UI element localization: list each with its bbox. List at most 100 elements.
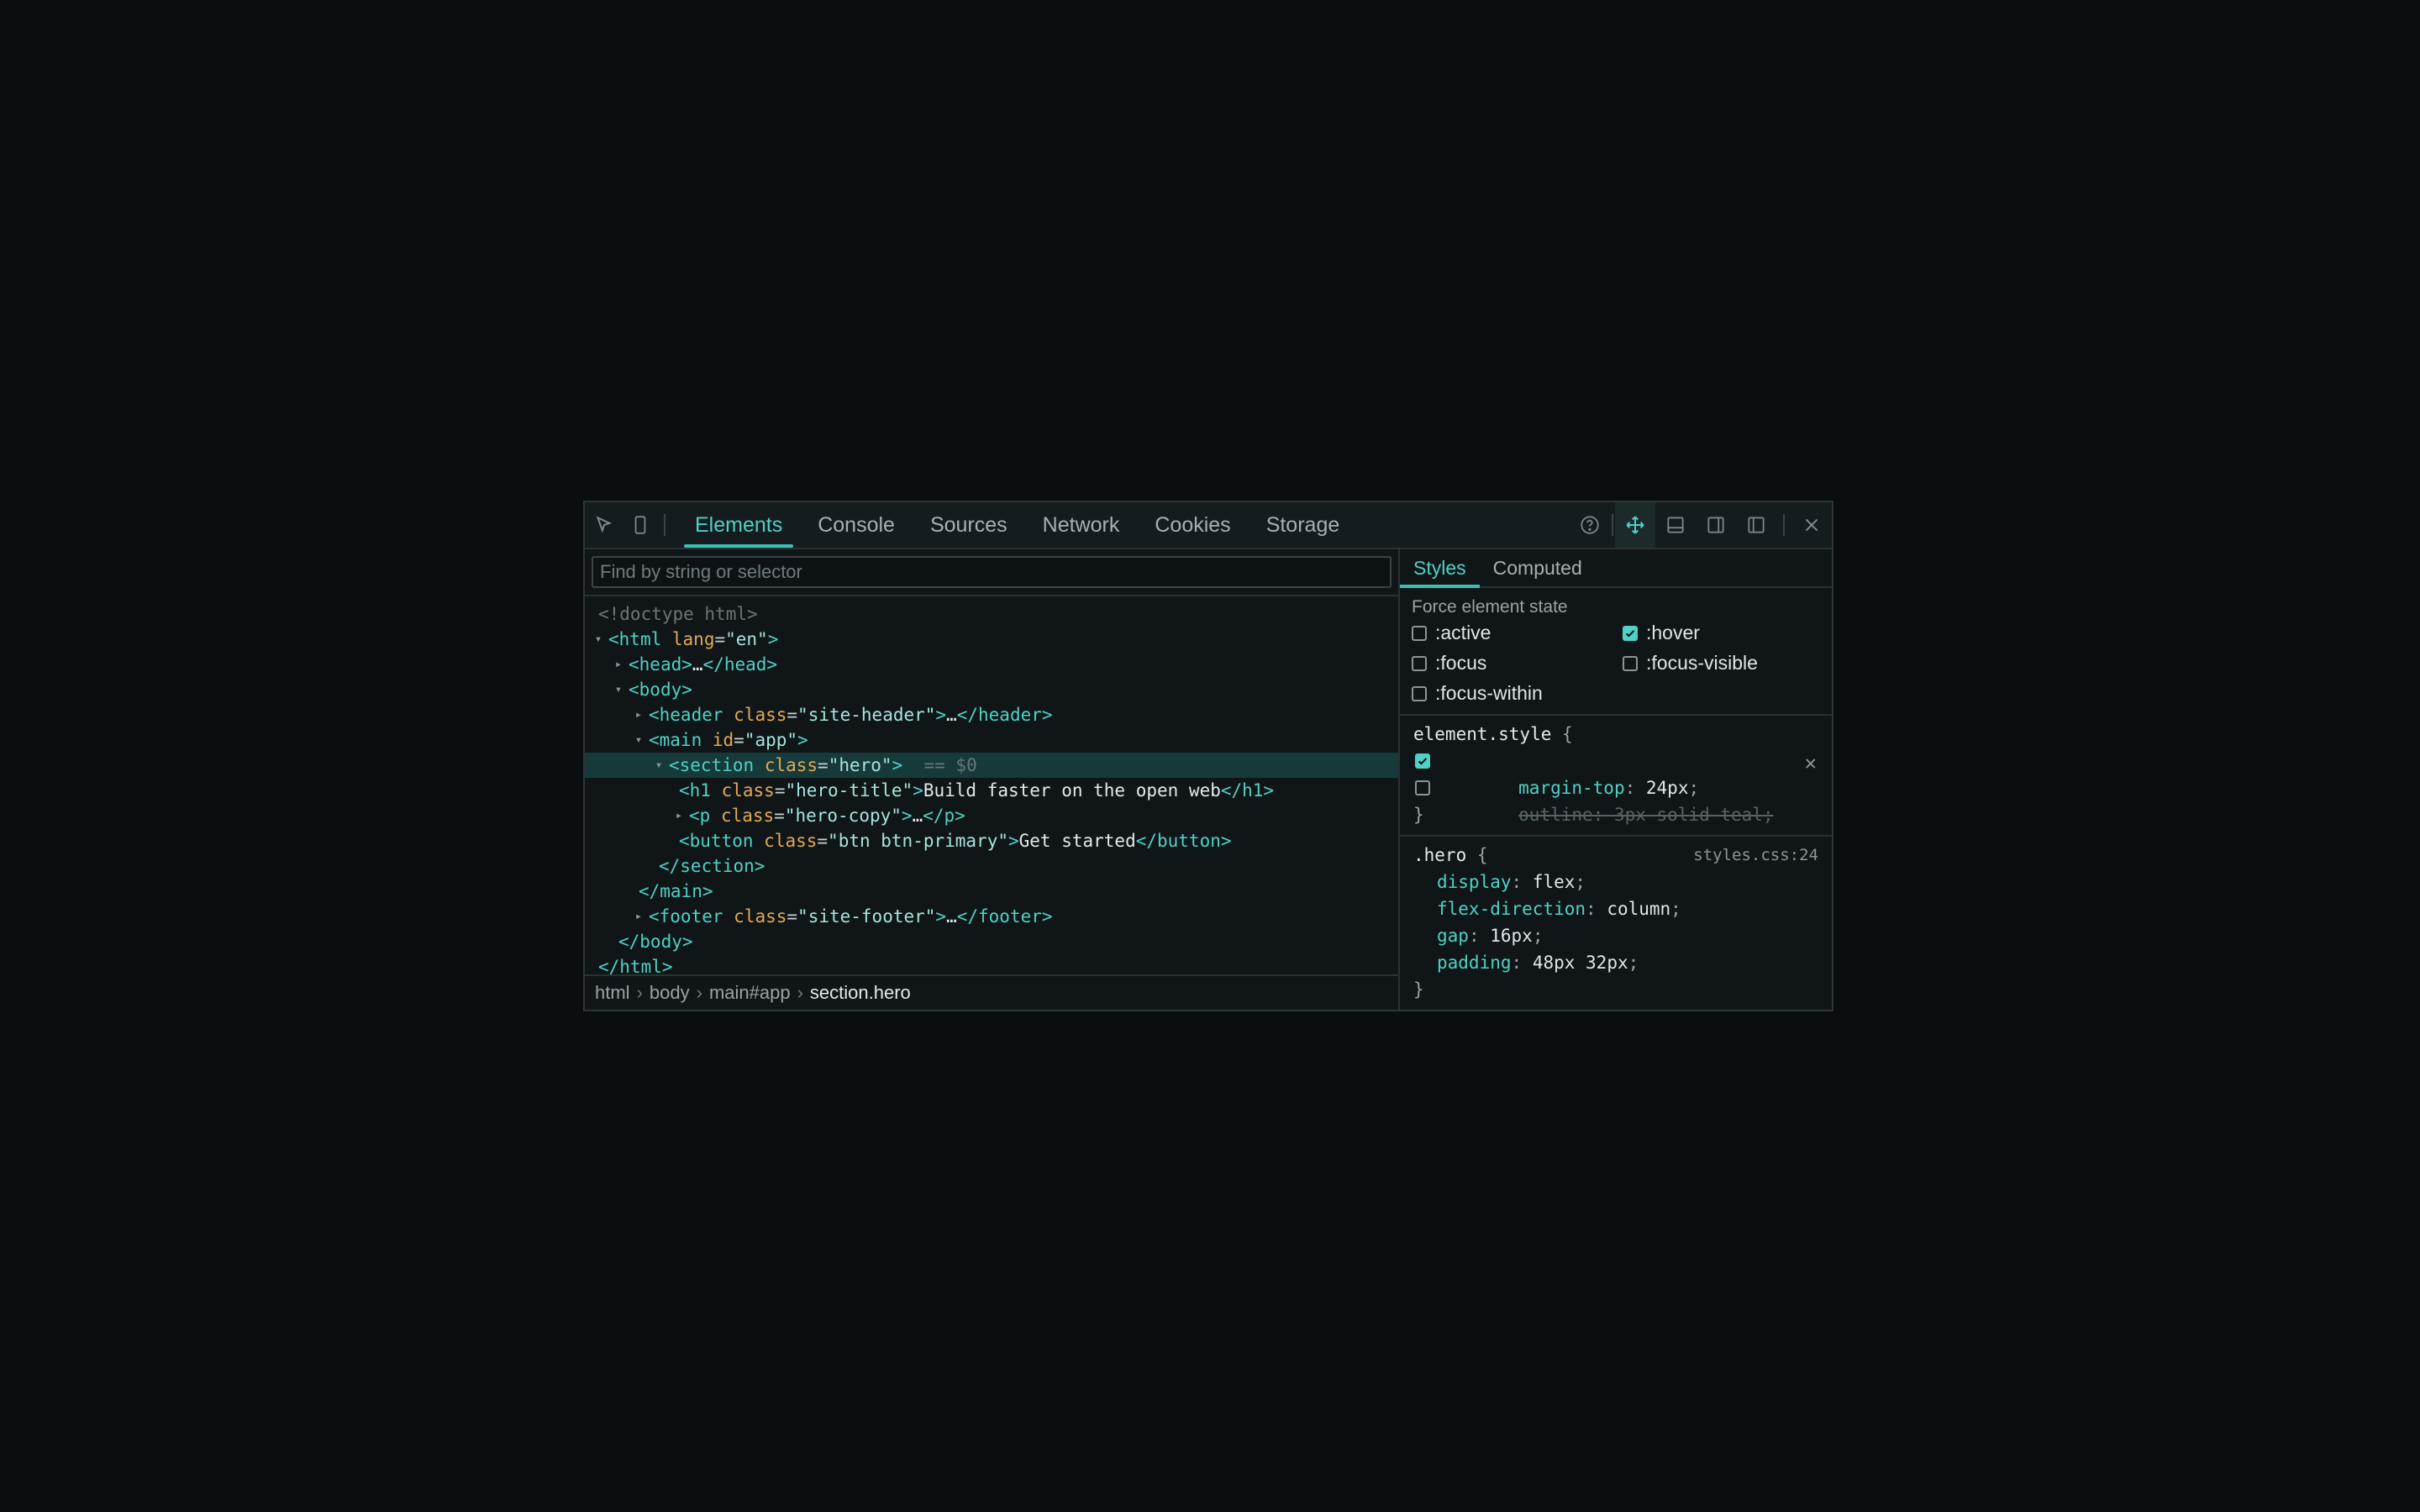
property-name[interactable]: display — [1437, 872, 1512, 892]
tab-styles[interactable]: Styles — [1400, 549, 1480, 588]
checkbox-label: :focus-visible — [1646, 652, 1758, 674]
property-value[interactable]: column — [1607, 899, 1670, 919]
declaration-outline-disabled[interactable]: outline: 3px solid teal; — [1413, 774, 1818, 825]
breadcrumb-item-section[interactable]: section.hero — [810, 982, 911, 1004]
rule-source-link[interactable]: styles.css:24 — [1693, 842, 1818, 869]
collapsed-triangle-icon[interactable]: ▸ — [629, 904, 649, 929]
checkbox-box[interactable] — [1412, 625, 1427, 641]
breadcrumb: html › body › main#app › section.hero — [585, 974, 1398, 1010]
element-style-rule: element.style { margin-top: 24px; outlin… — [1400, 716, 1832, 837]
tab-network[interactable]: Network — [1025, 502, 1138, 548]
dom-node-button[interactable]: <button class="btn btn-primary">Get star… — [585, 828, 1398, 853]
dom-node-section-close[interactable]: </section> — [585, 853, 1398, 879]
declaration-flex-direction[interactable]: flex-direction: column; — [1413, 895, 1818, 922]
dom-node-body-close[interactable]: </body> — [585, 929, 1398, 954]
collapsed-ellipsis: … — [692, 654, 703, 675]
dom-node-header[interactable]: ▸ <header class="site-header">…</header> — [585, 702, 1398, 727]
toolbar-divider-close — [1783, 514, 1785, 536]
declaration-checked-icon[interactable] — [1415, 753, 1430, 769]
collapsed-triangle-icon[interactable]: ▸ — [629, 702, 649, 727]
tab-cookies[interactable]: Cookies — [1137, 502, 1248, 548]
breadcrumb-item-body[interactable]: body — [650, 982, 690, 1004]
dom-node-section-selected[interactable]: ▾ <section class="hero"> == $0 — [585, 753, 1398, 778]
checkbox-checked-icon[interactable] — [1623, 625, 1638, 641]
panel-tabs: Elements Console Sources Network Cookies… — [677, 502, 1357, 548]
declaration-display[interactable]: display: flex; — [1413, 869, 1818, 895]
checkbox-box[interactable] — [1412, 655, 1427, 671]
checkbox-box[interactable] — [1412, 685, 1427, 701]
state-active-checkbox[interactable]: :active — [1412, 622, 1491, 644]
tag-name: html — [618, 629, 662, 649]
device-toggle-icon[interactable] — [623, 502, 657, 548]
inspect-pointer-icon[interactable] — [585, 502, 623, 548]
dock-bottom-icon[interactable] — [1655, 502, 1696, 548]
breadcrumb-item-main[interactable]: main#app — [709, 982, 791, 1004]
state-focus-visible-checkbox[interactable]: :focus-visible — [1623, 652, 1758, 675]
dom-node-footer[interactable]: ▸ <footer class="site-footer">…</footer> — [585, 904, 1398, 929]
dock-right-icon[interactable] — [1696, 502, 1736, 548]
dom-node-head[interactable]: ▸ <head>…</head> — [585, 652, 1398, 677]
filter-row — [585, 549, 1398, 596]
attr-value: "site-header" — [797, 705, 936, 725]
dom-node-p[interactable]: ▸ <p class="hero-copy">…</p> — [585, 803, 1398, 828]
property-name[interactable]: gap — [1437, 926, 1469, 946]
collapsed-ellipsis: … — [946, 705, 957, 725]
undock-move-icon[interactable] — [1615, 502, 1655, 548]
collapsed-triangle-icon[interactable]: ▸ — [669, 803, 689, 828]
property-value[interactable]: flex — [1533, 872, 1576, 892]
rule-selector[interactable]: element.style — [1413, 724, 1551, 744]
property-value[interactable]: 48px 32px — [1533, 953, 1628, 973]
rule-selector[interactable]: .hero — [1413, 845, 1466, 865]
attr-value: "hero" — [828, 755, 892, 775]
dom-node-main[interactable]: ▾ <main id="app"> — [585, 727, 1398, 753]
dom-node-doctype[interactable]: <!doctype html> — [585, 601, 1398, 627]
toolbar-divider — [664, 514, 666, 536]
expanded-triangle-icon[interactable]: ▾ — [629, 727, 649, 753]
tab-sources[interactable]: Sources — [913, 502, 1025, 548]
close-icon[interactable] — [1791, 502, 1832, 548]
dom-node-body[interactable]: ▾ <body> — [585, 677, 1398, 702]
checkbox-label: :focus-within — [1435, 682, 1543, 704]
breadcrumb-item-html[interactable]: html — [595, 982, 630, 1004]
remove-declaration-icon[interactable]: ✕ — [1805, 751, 1817, 774]
hero-rule: .hero { styles.css:24 display: flex; fle… — [1400, 837, 1832, 1008]
attr-value: "en" — [725, 629, 768, 649]
dom-node-html[interactable]: ▾ <html lang="en"> — [585, 627, 1398, 652]
collapsed-triangle-icon[interactable]: ▸ — [608, 652, 629, 677]
dom-node-main-close[interactable]: </main> — [585, 879, 1398, 904]
breadcrumb-separator: › — [696, 982, 702, 1003]
declaration-gap[interactable]: gap: 16px; — [1413, 922, 1818, 949]
state-focus-checkbox[interactable]: :focus — [1412, 652, 1486, 675]
declaration-margin-top[interactable]: margin-top: 24px; — [1413, 748, 1818, 798]
attr-name: lang — [671, 629, 715, 649]
tab-console[interactable]: Console — [800, 502, 913, 548]
declaration-checkbox[interactable] — [1415, 780, 1430, 795]
checkbox-label: :hover — [1646, 622, 1700, 643]
tab-elements[interactable]: Elements — [677, 502, 800, 548]
collapsed-ellipsis: … — [946, 906, 957, 927]
toolbar-right-controls — [1570, 502, 1832, 548]
devtools-panel: Elements Console Sources Network Cookies… — [583, 501, 1833, 1011]
toolbar-divider-right — [1612, 514, 1613, 536]
tab-storage[interactable]: Storage — [1249, 502, 1358, 548]
force-state-title: Force element state — [1412, 597, 1568, 617]
property-value[interactable]: 16px — [1490, 926, 1533, 946]
tag-name: body — [639, 680, 682, 700]
dock-left-icon[interactable] — [1736, 502, 1776, 548]
expanded-triangle-icon[interactable]: ▾ — [588, 627, 608, 652]
filter-input[interactable] — [592, 556, 1392, 588]
help-icon[interactable] — [1570, 502, 1610, 548]
expanded-triangle-icon[interactable]: ▾ — [608, 677, 629, 702]
tab-computed[interactable]: Computed — [1480, 549, 1596, 586]
doctype-text: <!doctype html> — [598, 604, 758, 624]
elements-pane: <!doctype html> ▾<html lang="en"> ▸<head… — [585, 549, 1400, 1010]
state-hover-checkbox[interactable]: :hover — [1623, 622, 1700, 644]
checkbox-box[interactable] — [1623, 655, 1638, 671]
expanded-triangle-icon[interactable]: ▾ — [649, 753, 669, 778]
declaration-padding[interactable]: padding: 48px 32px; — [1413, 949, 1818, 976]
state-focus-within-checkbox[interactable]: :focus-within — [1412, 682, 1543, 705]
property-name[interactable]: padding — [1437, 953, 1512, 973]
attr-value: "btn btn-primary" — [828, 831, 1008, 851]
dom-node-h1[interactable]: <h1 class="hero-title">Build faster on t… — [585, 778, 1398, 803]
property-name[interactable]: flex-direction — [1437, 899, 1586, 919]
